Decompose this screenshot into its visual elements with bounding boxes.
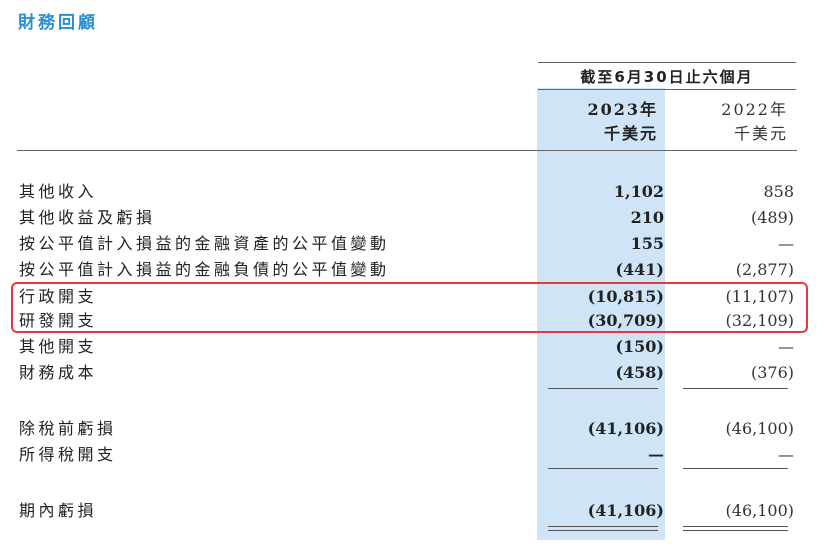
row-value-2022: (376) <box>750 363 794 382</box>
row-label: 其他收入 <box>19 182 98 201</box>
row-value-2023: (150) <box>615 337 664 356</box>
total-rule-2022 <box>683 468 788 469</box>
row-value-2023: — <box>648 445 664 464</box>
section-title: 財務回顧 <box>18 13 98 33</box>
row-value-2022: 858 <box>763 182 794 201</box>
total-rule-2023 <box>548 468 658 469</box>
row-label: 期內虧損 <box>19 501 98 520</box>
row-label: 所得稅開支 <box>19 445 117 464</box>
row-label: 按公平值計入損益的金融資產的公平值變動 <box>19 234 390 253</box>
row-label: 其他開支 <box>19 337 98 356</box>
row-label: 按公平值計入損益的金融負債的公平值變動 <box>19 260 390 279</box>
current-year: 2023年 <box>587 100 658 119</box>
row-value-2023: (41,106) <box>587 501 664 520</box>
row-value-2023: 210 <box>630 208 664 227</box>
table-row: 期內虧損 (41,106) (46,100) <box>0 498 831 524</box>
row-value-2022: (489) <box>750 208 794 227</box>
double-rule-top-2022 <box>683 526 788 527</box>
row-value-2023: 1,102 <box>613 182 664 201</box>
double-rule-top-2023 <box>548 526 658 527</box>
row-value-2022: (46,100) <box>725 419 794 438</box>
row-value-2023: (441) <box>615 260 664 279</box>
table-row: 除稅前虧損 (41,106) (46,100) <box>0 416 831 442</box>
table-row: 財務成本 (458) (376) <box>0 360 831 386</box>
double-rule-bottom-2022 <box>683 530 788 531</box>
row-value-2022: (2,877) <box>735 260 794 279</box>
row-value-2023: (41,106) <box>587 419 664 438</box>
row-value-2023: 155 <box>630 234 664 253</box>
table-row: 所得稅開支 — — <box>0 442 831 468</box>
current-unit: 千美元 <box>603 124 658 143</box>
header-rule <box>17 150 797 151</box>
row-value-2022: — <box>778 337 794 356</box>
row-value-2022: (46,100) <box>725 501 794 520</box>
row-label: 財務成本 <box>19 363 98 382</box>
subtotal-rule-2023 <box>548 388 658 389</box>
previous-unit: 千美元 <box>733 124 788 143</box>
highlight-box <box>11 282 808 333</box>
previous-column-header: 2022年 千美元 <box>670 98 788 146</box>
table-row: 按公平值計入損益的金融資產的公平值變動 155 — <box>0 231 831 257</box>
subtotal-rule-2022 <box>683 388 788 389</box>
previous-year: 2022年 <box>721 100 788 119</box>
table-row: 按公平值計入損益的金融負債的公平值變動 (441) (2,877) <box>0 257 831 283</box>
row-label: 除稅前虧損 <box>19 419 117 438</box>
period-header: 截至6月30日止六個月 <box>538 62 796 90</box>
row-value-2022: — <box>778 234 794 253</box>
current-column-header: 2023年 千美元 <box>540 98 658 146</box>
table-row: 其他收入 1,102 858 <box>0 179 831 205</box>
table-row: 其他收益及虧損 210 (489) <box>0 205 831 231</box>
table-row: 其他開支 (150) — <box>0 334 831 360</box>
row-label: 其他收益及虧損 <box>19 208 156 227</box>
double-rule-bottom-2023 <box>548 530 658 531</box>
row-value-2023: (458) <box>615 363 664 382</box>
row-value-2022: — <box>778 445 794 464</box>
